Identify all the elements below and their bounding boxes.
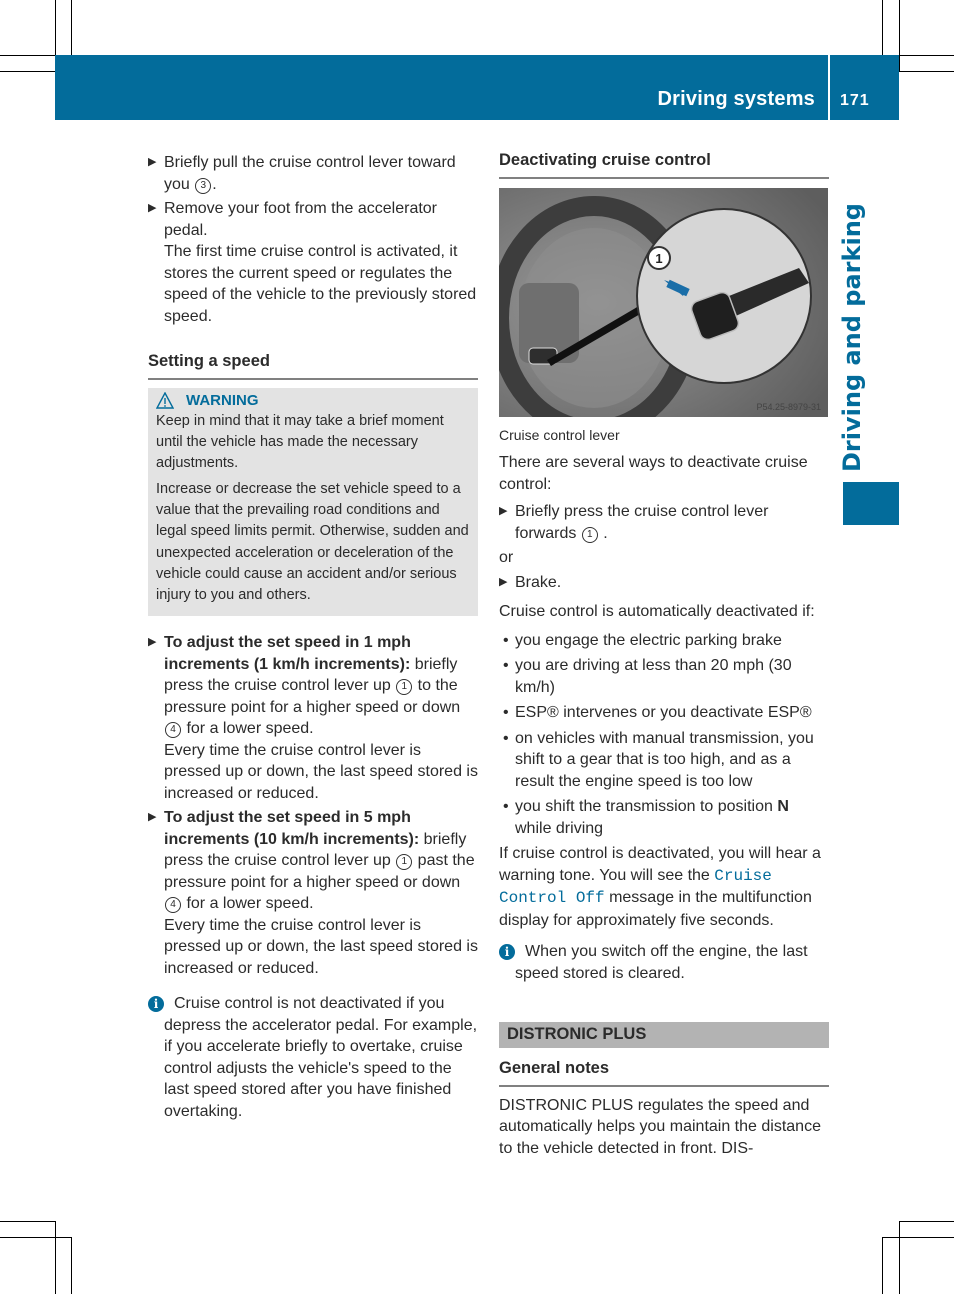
paragraph: If cruise control is deactivated, you wi… [499, 845, 821, 929]
info-note: i Cruise control is not deactivated if y… [148, 993, 478, 1122]
instruction-step: ▶ Briefly press the cruise control lever… [499, 503, 769, 543]
crop-mark [882, 1237, 954, 1238]
warning-box: WARNING Keep in mind that it may take a … [148, 387, 478, 617]
crop-mark [882, 0, 883, 55]
list-item: • you are driving at less than 20 mph (30… [503, 657, 792, 696]
instruction-step: ▶ To adjust the set speed in 5 mph incre… [148, 809, 478, 977]
callout-number: 1 [396, 679, 413, 696]
section-title: Driving systems [657, 88, 815, 110]
right-column: Deactivating cruise control 1 P54.25-897… [499, 150, 829, 1159]
list-item: • you shift the transmission to position … [503, 798, 789, 837]
crop-mark [0, 1221, 55, 1222]
paragraph: Cruise control is automatically deactiva… [499, 603, 815, 620]
info-icon: i [148, 996, 164, 1013]
header-divider [828, 55, 830, 120]
step-arrow-icon: ▶ [148, 636, 157, 649]
step-arrow-icon: ▶ [148, 156, 157, 168]
instruction-step: ▶ Brake. [499, 572, 829, 594]
crop-mark [899, 1221, 954, 1222]
figure-code: P54.25-8979-31 [756, 402, 821, 412]
instruction-step: ▶ To adjust the set speed in 1 mph incre… [148, 634, 478, 802]
chapter-heading: DISTRONIC PLUS [499, 1022, 829, 1048]
list-item: • on vehicles with manual transmission, y… [503, 729, 814, 790]
list-item: • you engage the electric parking brake [503, 631, 782, 649]
crop-mark [899, 55, 954, 56]
crop-mark [882, 1237, 883, 1294]
list-item: • ESP® intervenes or you deactivate ESP® [503, 704, 812, 721]
crop-mark [0, 55, 55, 56]
section-heading: General notes [499, 1058, 829, 1087]
chapter-side-tab: Driving and parking [838, 203, 866, 472]
crop-mark [71, 0, 72, 55]
crop-mark [55, 0, 56, 55]
callout-number: 4 [165, 722, 181, 739]
info-note: i When you switch off the engine, the la… [499, 941, 829, 984]
callout-number: 1 [396, 854, 413, 871]
crop-mark [899, 1221, 900, 1294]
warning-title: WARNING [186, 391, 259, 409]
instruction-step: ▶ Briefly pull the cruise control lever … [148, 154, 456, 194]
crop-mark [899, 71, 954, 72]
paragraph: or [499, 549, 514, 566]
warning-text: Increase or decrease the set vehicle spe… [156, 480, 469, 604]
step-arrow-icon: ▶ [148, 811, 157, 824]
section-heading: Setting a speed [148, 351, 478, 380]
paragraph: There are several ways to deactivate cru… [499, 454, 808, 493]
callout-number: 1 [581, 526, 598, 543]
figure-caption: Cruise control lever [499, 426, 620, 443]
warning-triangle-icon [156, 391, 174, 409]
step-arrow-icon: ▶ [148, 202, 157, 214]
chapter-tab-marker [843, 482, 899, 525]
crop-mark [71, 1237, 72, 1294]
figure-callout: 1 [655, 251, 662, 266]
page-header: Driving systems 171 [55, 55, 899, 120]
callout-number: 4 [165, 897, 181, 914]
warning-text: Keep in mind that it may take a brief mo… [156, 412, 444, 472]
crop-mark [899, 0, 900, 71]
section-heading: Deactivating cruise control [499, 150, 829, 179]
page-number: 171 [840, 92, 870, 109]
step-arrow-icon: ▶ [499, 505, 508, 517]
left-column: ▶ Briefly pull the cruise control lever … [148, 152, 478, 1122]
step-arrow-icon: ▶ [499, 575, 508, 588]
crop-mark [0, 1237, 71, 1238]
steering-wheel-illustration: 1 P54.25-8979-31 [499, 187, 828, 417]
callout-number: 3 [195, 177, 212, 194]
crop-mark [0, 71, 55, 72]
instruction-step: ▶ Remove your foot from the accelerator … [148, 200, 477, 325]
paragraph: DISTRONIC PLUS regulates the speed and a… [499, 1096, 821, 1157]
cruise-control-lever-figure: 1 P54.25-8979-31 [499, 187, 828, 417]
crop-mark [55, 1221, 56, 1294]
info-icon: i [499, 944, 515, 960]
